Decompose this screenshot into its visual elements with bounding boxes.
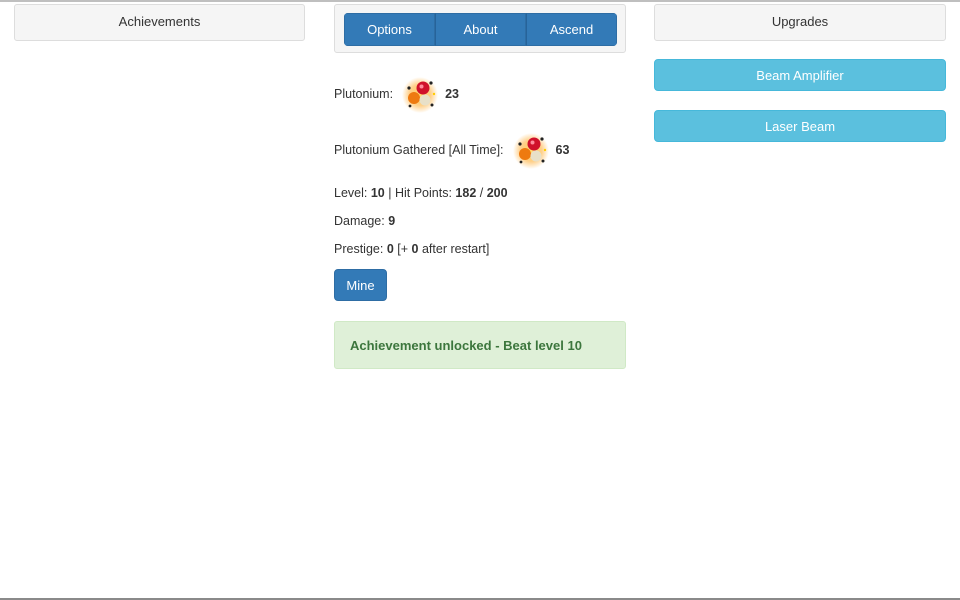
level-value: 10: [370, 186, 385, 200]
plutonium-value: 23: [445, 87, 459, 101]
level-hp-stat: Level: 10 | Hit Points: 182 / 200: [334, 184, 508, 202]
page: Achievements Options About Ascend Pluton…: [0, 0, 960, 600]
upgrades-heading: Upgrades: [654, 4, 946, 41]
upgrade-beam-amplifier-button[interactable]: Beam Amplifier: [654, 59, 946, 91]
gathered-value: 63: [555, 143, 570, 157]
achievement-alert: Achievement unlocked - Beat level 10: [334, 321, 626, 369]
prestige-value: 0: [386, 242, 394, 256]
ascend-button[interactable]: Ascend: [526, 13, 617, 46]
nav-bar: Options About Ascend: [334, 4, 626, 53]
damage-stat: Damage: 9: [334, 212, 395, 230]
plutonium-stat: Plutonium: 23: [334, 74, 459, 114]
mine-button[interactable]: Mine: [334, 269, 387, 301]
plutonium-atom-icon: [512, 133, 549, 169]
hp-max: 200: [486, 186, 508, 200]
level-label: Level:: [334, 186, 368, 200]
about-button[interactable]: About: [435, 13, 526, 46]
prestige-close: after restart]: [421, 242, 490, 256]
nav-button-group: Options About Ascend: [344, 13, 617, 46]
gathered-label: Plutonium Gathered [All Time]:: [334, 143, 504, 157]
damage-label: Damage:: [334, 214, 385, 228]
prestige-open: [+: [397, 242, 409, 256]
plutonium-gathered-stat: Plutonium Gathered [All Time]: 63: [334, 130, 569, 170]
options-button[interactable]: Options: [344, 13, 435, 46]
plutonium-label: Plutonium:: [334, 87, 394, 101]
prestige-label: Prestige:: [334, 242, 384, 256]
separator: |: [388, 186, 392, 200]
hp-label: Hit Points:: [394, 186, 452, 200]
alert-text: Achievement unlocked - Beat level 10: [350, 337, 582, 353]
hp-slash: /: [479, 186, 484, 200]
damage-value: 9: [388, 214, 396, 228]
prestige-stat: Prestige: 0 [+ 0 after restart]: [334, 240, 489, 258]
hp-current: 182: [455, 186, 477, 200]
upgrade-laser-beam-button[interactable]: Laser Beam: [654, 110, 946, 142]
achievements-heading: Achievements: [14, 4, 305, 41]
plutonium-atom-icon: [402, 77, 439, 113]
prestige-pending: 0: [411, 242, 419, 256]
